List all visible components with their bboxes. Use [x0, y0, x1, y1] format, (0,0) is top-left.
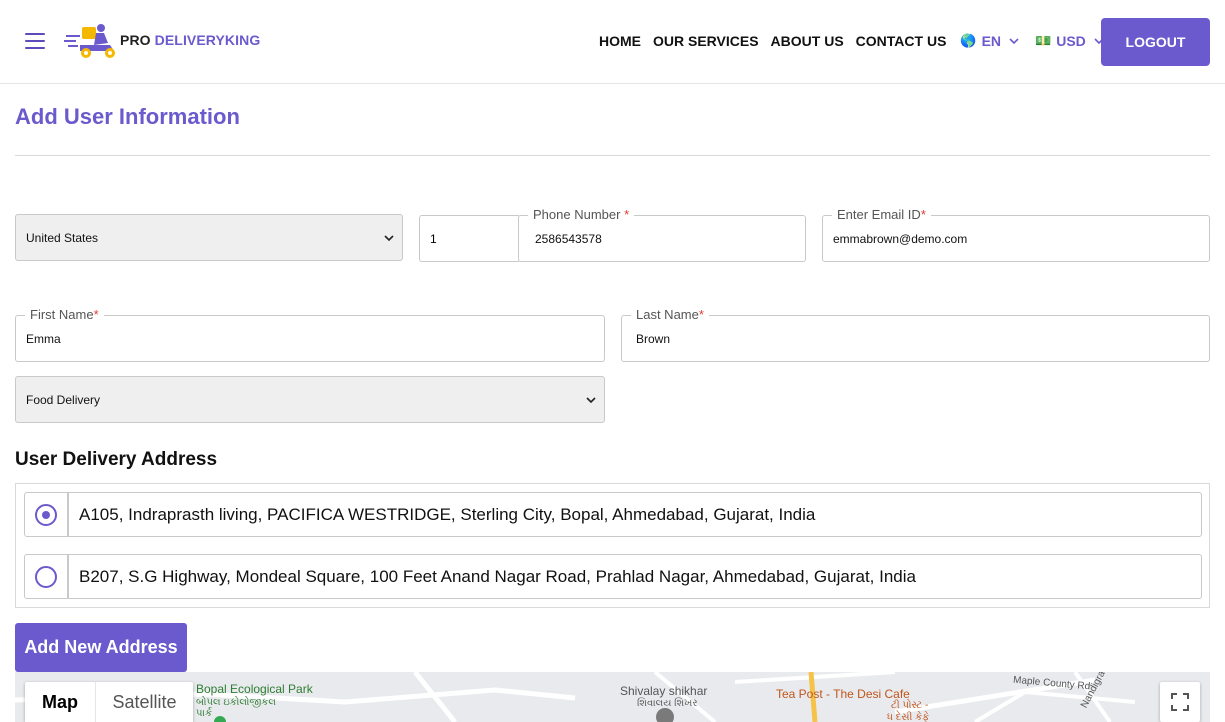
- address-radio-cell[interactable]: [24, 492, 68, 537]
- map-label-cafe: Tea Post - The Desi Cafe: [776, 687, 910, 701]
- address-option[interactable]: A105, Indraprasth living, PACIFICA WESTR…: [24, 492, 1202, 537]
- address-option[interactable]: B207, S.G Highway, Mondeal Square, 100 F…: [24, 554, 1202, 599]
- nav-contact-us[interactable]: CONTACT US: [856, 33, 947, 49]
- menu-icon[interactable]: [25, 33, 45, 51]
- email-field[interactable]: Enter Email ID*: [822, 207, 1210, 262]
- page-title: Add User Information: [15, 104, 240, 129]
- map-label-cafe-local-2: ધ દેસી કેફે: [887, 712, 930, 722]
- phone-number-input[interactable]: [535, 230, 801, 248]
- chevron-down-icon: [586, 397, 596, 404]
- chevron-down-icon: [1009, 38, 1019, 45]
- fullscreen-icon: [1171, 693, 1189, 711]
- logo-text: PRO DELIVERYKING: [120, 32, 260, 48]
- email-label: Enter Email ID*: [832, 207, 931, 222]
- required-mark: *: [93, 307, 99, 322]
- map-type-map-button[interactable]: Map: [25, 682, 95, 722]
- country-select-value: United States: [26, 230, 99, 245]
- site-logo[interactable]: PRO DELIVERYKING: [64, 20, 260, 60]
- map-type-satellite-button[interactable]: Satellite: [95, 682, 193, 722]
- globe-icon: 🌎: [960, 33, 977, 48]
- last-name-label-text: Last Name: [636, 307, 699, 322]
- currency-code: USD: [1056, 33, 1086, 49]
- map-label-cafe-local: ટી પોસ્ટ -: [891, 700, 929, 711]
- phone-code-field[interactable]: [419, 215, 519, 262]
- address-radio-selected[interactable]: [35, 503, 57, 526]
- map-type-toggle: Map Satellite: [25, 682, 193, 722]
- phone-code-input[interactable]: [430, 230, 510, 248]
- main-nav: HOME OUR SERVICES ABOUT US CONTACT US 🌎 …: [599, 31, 1104, 51]
- address-radio-cell[interactable]: [24, 554, 68, 599]
- map-label-park: Bopal Ecological Park: [196, 682, 313, 696]
- required-mark: *: [624, 207, 630, 222]
- last-name-field[interactable]: Last Name*: [621, 307, 1210, 362]
- first-name-input[interactable]: [26, 330, 594, 348]
- language-code: EN: [981, 33, 1002, 49]
- last-name-label: Last Name*: [631, 307, 709, 322]
- map-label-shikhar: Shivalay shikhar: [620, 684, 708, 698]
- money-icon: 💵: [1035, 33, 1052, 48]
- last-name-input[interactable]: [636, 330, 1203, 348]
- logo-prefix: PRO: [120, 32, 151, 48]
- required-mark: *: [698, 307, 704, 322]
- first-name-field[interactable]: First Name*: [15, 307, 605, 362]
- phone-number-label: Phone Number *: [528, 207, 635, 222]
- address-list: A105, Indraprasth living, PACIFICA WESTR…: [15, 483, 1210, 608]
- email-input[interactable]: [833, 230, 1199, 248]
- currency-selector[interactable]: 💵 USD: [1035, 33, 1104, 49]
- nav-home[interactable]: HOME: [599, 33, 641, 49]
- map-label-park-local: બોપલ ઇકોલોજીકલ: [196, 697, 276, 708]
- map-label-park-local-2: પાર્ક: [196, 708, 212, 719]
- first-name-label: First Name*: [25, 307, 104, 322]
- google-map[interactable]: Bopal Ecological Park બોપલ ઇકોલોજીકલ પાર…: [15, 672, 1210, 722]
- address-text: A105, Indraprasth living, PACIFICA WESTR…: [68, 492, 1202, 537]
- fullscreen-button[interactable]: [1160, 682, 1200, 722]
- title-divider: [15, 155, 1210, 156]
- address-text: B207, S.G Highway, Mondeal Square, 100 F…: [68, 554, 1202, 599]
- delivery-scooter-logo-icon: [64, 24, 115, 58]
- required-mark: *: [920, 207, 926, 222]
- nav-our-services[interactable]: OUR SERVICES: [653, 33, 759, 49]
- service-select-value: Food Delivery: [26, 392, 101, 407]
- site-header: PRO DELIVERYKING HOME OUR SERVICES ABOUT…: [0, 0, 1225, 84]
- first-name-label-text: First Name: [30, 307, 94, 322]
- phone-number-field[interactable]: Phone Number *: [518, 207, 806, 262]
- nav-about-us[interactable]: ABOUT US: [771, 33, 844, 49]
- map-label-shikhar-local: શિવાલય શિખર: [637, 698, 698, 709]
- logout-button[interactable]: LOGOUT: [1101, 18, 1210, 66]
- add-new-address-button[interactable]: Add New Address: [15, 623, 187, 672]
- logo-name: DELIVERYKING: [154, 32, 261, 48]
- delivery-address-heading: User Delivery Address: [15, 449, 218, 470]
- email-label-text: Enter Email ID: [837, 207, 921, 222]
- service-select[interactable]: Food Delivery: [15, 376, 605, 423]
- language-selector[interactable]: 🌎 EN: [960, 33, 1019, 49]
- address-radio[interactable]: [35, 565, 57, 588]
- phone-number-label-text: Phone Number: [533, 207, 621, 222]
- country-select[interactable]: United States: [15, 214, 403, 261]
- chevron-down-icon: [384, 235, 394, 242]
